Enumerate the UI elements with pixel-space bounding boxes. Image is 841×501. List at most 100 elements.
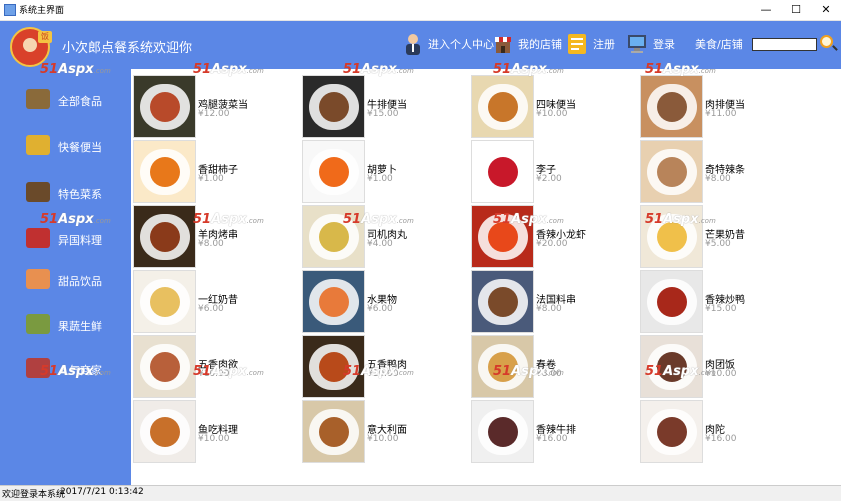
product-image[interactable] (640, 400, 703, 463)
food (657, 352, 687, 382)
food (150, 222, 180, 252)
personal-center-link[interactable]: 进入个人中心 (428, 36, 494, 52)
food (657, 157, 687, 187)
sidebar-item-foreign[interactable]: 异国料理 (22, 226, 131, 254)
product-card[interactable]: 羊肉烤串 ¥8.00 (131, 202, 299, 268)
food (150, 92, 180, 122)
product-image[interactable] (302, 335, 365, 398)
product-image[interactable] (302, 205, 365, 268)
product-card[interactable]: 香甜柿子 ¥1.00 (131, 137, 299, 203)
product-card[interactable]: 胡萝卜 ¥1.00 (300, 137, 468, 203)
product-price: ¥16.00 (705, 434, 737, 444)
product-card[interactable]: 春卷 ¥8.00 (469, 332, 637, 398)
food (488, 352, 518, 382)
product-image[interactable] (471, 75, 534, 138)
product-card[interactable]: 肉陀 ¥16.00 (638, 397, 806, 463)
product-price: ¥10.00 (536, 109, 568, 119)
product-image[interactable] (640, 75, 703, 138)
product-image[interactable] (302, 140, 365, 203)
product-card[interactable]: 香辣炒鸭 ¥15.00 (638, 267, 806, 333)
sidebar-item-dessert[interactable]: 甜品饮品 (22, 267, 131, 295)
product-card[interactable]: 牛排便当 ¥15.00 (300, 72, 468, 138)
product-card[interactable]: 肉团饭 ¥10.00 (638, 332, 806, 398)
product-card[interactable]: 鱼吃料理 ¥10.00 (131, 397, 299, 463)
product-card[interactable]: 四味便当 ¥10.00 (469, 72, 637, 138)
product-image[interactable] (640, 270, 703, 333)
product-image[interactable] (133, 400, 196, 463)
close-button[interactable]: ✕ (811, 0, 841, 20)
foreign-cuisine-icon (26, 228, 50, 248)
food (319, 92, 349, 122)
product-card[interactable]: 一红奶昔 ¥6.00 (131, 267, 299, 333)
register-icon[interactable] (567, 33, 587, 55)
sidebar-item-all-food[interactable]: 全部食品 (22, 87, 131, 115)
product-price: ¥20.00 (536, 239, 568, 249)
product-card[interactable]: 香辣小龙虾 ¥20.00 (469, 202, 637, 268)
computer-login-icon[interactable] (627, 33, 647, 55)
product-image[interactable] (640, 335, 703, 398)
sidebar-item-label: 果蔬生鲜 (58, 320, 102, 333)
product-card[interactable]: 香辣牛排 ¥16.00 (469, 397, 637, 463)
sidebar-item-specialty[interactable]: 特色菜系 (22, 180, 131, 208)
product-image[interactable] (471, 205, 534, 268)
sidebar-item-label: 快餐便当 (58, 141, 102, 154)
product-card[interactable]: 芒果奶昔 ¥5.00 (638, 202, 806, 268)
maximize-button[interactable]: ☐ (781, 0, 811, 20)
product-image[interactable] (471, 335, 534, 398)
welcome-text: 小次郎点餐系统欢迎你 (62, 41, 193, 56)
person-icon[interactable] (403, 33, 423, 55)
product-image[interactable] (133, 75, 196, 138)
food (657, 287, 687, 317)
product-price: ¥11.00 (705, 109, 737, 119)
product-card[interactable]: 法国料串 ¥8.00 (469, 267, 637, 333)
product-card[interactable]: 肉排便当 ¥11.00 (638, 72, 806, 138)
dessert-drink-icon (26, 269, 50, 289)
food (150, 157, 180, 187)
product-image[interactable] (302, 400, 365, 463)
register-link[interactable]: 注册 (593, 36, 615, 52)
food (150, 287, 180, 317)
product-price: ¥16.00 (536, 434, 568, 444)
product-price: ¥2.00 (536, 174, 562, 184)
product-image[interactable] (133, 270, 196, 333)
app-icon (4, 4, 16, 16)
product-image[interactable] (471, 140, 534, 203)
product-card[interactable]: 李子 ¥2.00 (469, 137, 637, 203)
sidebar-item-fresh[interactable]: 果蔬生鲜 (22, 312, 131, 340)
sidebar-item-fast-food[interactable]: 快餐便当 (22, 133, 131, 161)
product-image[interactable] (302, 75, 365, 138)
product-price: ¥8.00 (705, 174, 731, 184)
product-card[interactable]: 意大利面 ¥10.00 (300, 397, 468, 463)
store-icon[interactable] (493, 33, 513, 55)
product-image[interactable] (640, 205, 703, 268)
logo: 饭 (10, 27, 52, 67)
product-grid: 鸡腿菠菜当 ¥12.00 牛排便当 ¥15.00 四味便当 ¥10.00 肉排便… (131, 69, 841, 485)
product-card[interactable]: 鸡腿菠菜当 ¥12.00 (131, 72, 299, 138)
food-store-label: 美食/店铺 (695, 38, 743, 51)
product-price: ¥6.00 (198, 304, 224, 314)
food (488, 287, 518, 317)
product-price: ¥5.00 (705, 239, 731, 249)
product-image[interactable] (133, 140, 196, 203)
food (319, 352, 349, 382)
product-image[interactable] (133, 335, 196, 398)
minimize-button[interactable]: — (751, 0, 781, 20)
product-card[interactable]: 五香肉欲 ¥10.00 (131, 332, 299, 398)
product-card[interactable]: 奇特辣条 ¥8.00 (638, 137, 806, 203)
login-link[interactable]: 登录 (653, 36, 675, 52)
product-card[interactable]: 水果物 ¥6.00 (300, 267, 468, 333)
search-input[interactable] (752, 38, 817, 51)
product-card[interactable]: 司机肉丸 ¥4.00 (300, 202, 468, 268)
specialty-dish-icon (26, 182, 50, 202)
product-image[interactable] (133, 205, 196, 268)
product-image[interactable] (471, 270, 534, 333)
product-card[interactable]: 五香鸭肉 ¥10.00 (300, 332, 468, 398)
search-icon[interactable] (820, 35, 833, 48)
food (319, 417, 349, 447)
my-store-link[interactable]: 我的店铺 (518, 36, 562, 52)
product-image[interactable] (471, 400, 534, 463)
product-image[interactable] (640, 140, 703, 203)
sidebar-item-popular[interactable]: 人气商家 (22, 356, 131, 384)
product-image[interactable] (302, 270, 365, 333)
food (319, 287, 349, 317)
